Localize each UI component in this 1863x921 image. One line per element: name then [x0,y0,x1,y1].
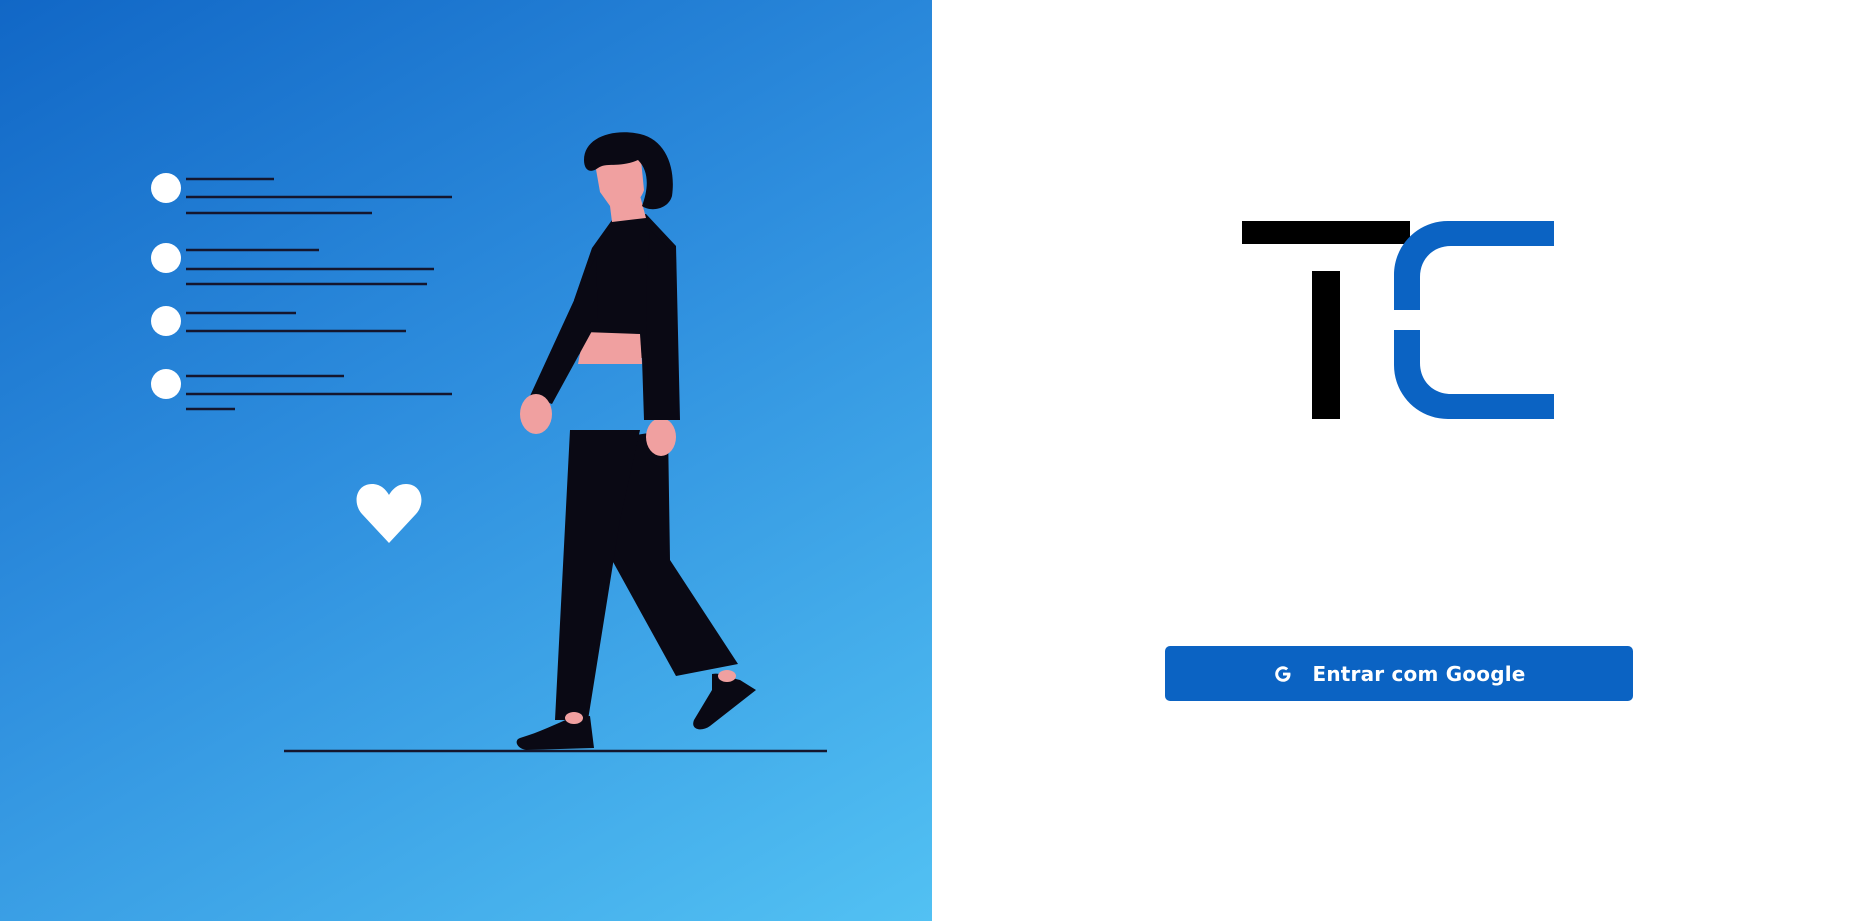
checklist-item [151,243,434,286]
checklist-item [151,173,452,215]
google-g-icon [1272,663,1294,685]
checklist-item [151,369,452,411]
login-panel: Entrar com Google [932,0,1863,921]
tc-logo-mark [1242,220,1554,420]
woman-figure [516,132,756,750]
checklist-bullet-icon [151,243,181,273]
google-login-button[interactable]: Entrar com Google [1165,646,1633,701]
tc-logo-icon [1242,221,1554,419]
checklist-bullet-icon [151,173,181,203]
checklist-item [151,306,406,336]
login-page: Entrar com Google [0,0,1863,921]
hero-illustration [151,132,827,753]
checklist-bullet-icon [151,306,181,336]
hero-panel [0,0,932,921]
heart-icon [356,484,422,543]
google-login-label: Entrar com Google [1312,661,1526,686]
checklist-bullet-icon [151,369,181,399]
checklist [151,173,452,411]
